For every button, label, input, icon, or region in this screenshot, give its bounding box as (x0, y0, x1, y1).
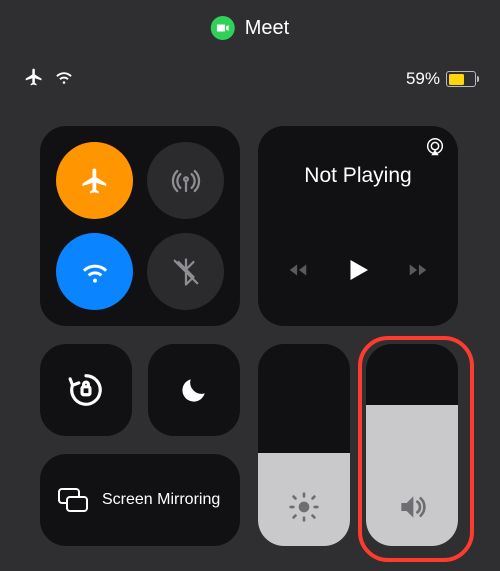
media-panel[interactable]: Not Playing (258, 126, 458, 326)
play-button[interactable] (343, 255, 373, 290)
bluetooth-off-icon (171, 257, 201, 287)
bluetooth-toggle[interactable] (147, 233, 224, 310)
do-not-disturb-toggle[interactable] (148, 344, 240, 436)
battery-percent-label: 59% (406, 69, 440, 89)
connectivity-panel (40, 126, 240, 326)
screen-mirroring-button[interactable]: Screen Mirroring (40, 454, 240, 546)
volume-slider[interactable] (366, 344, 458, 546)
media-controls (274, 255, 442, 290)
control-center: Meet 59% (0, 0, 500, 571)
antenna-icon (171, 166, 201, 196)
wifi-status-icon (54, 69, 74, 90)
moon-icon (178, 374, 210, 406)
active-app-pill[interactable]: Meet (211, 16, 289, 40)
rotation-lock-toggle[interactable] (40, 344, 132, 436)
status-bar-left (24, 67, 74, 92)
previous-track-button[interactable] (287, 259, 309, 286)
screen-mirroring-icon (58, 488, 88, 512)
active-app-label: Meet (245, 17, 289, 40)
wifi-icon (80, 257, 110, 287)
wifi-toggle[interactable] (56, 233, 133, 310)
battery-icon (446, 71, 476, 87)
status-bar-right: 59% (406, 69, 476, 89)
screen-mirroring-label: Screen Mirroring (102, 490, 220, 509)
airplane-mode-status-icon (24, 67, 44, 92)
airplane-icon (80, 166, 110, 196)
volume-icon (396, 491, 428, 528)
cellular-data-toggle[interactable] (147, 142, 224, 219)
brightness-icon (288, 491, 320, 528)
camera-in-use-icon (211, 16, 235, 40)
brightness-slider[interactable] (258, 344, 350, 546)
airplane-mode-toggle[interactable] (56, 142, 133, 219)
media-status-label: Not Playing (274, 164, 442, 188)
next-track-button[interactable] (407, 259, 429, 286)
airplay-icon[interactable] (424, 136, 446, 163)
rotation-lock-icon (67, 371, 105, 409)
status-bar: 59% (0, 64, 500, 94)
